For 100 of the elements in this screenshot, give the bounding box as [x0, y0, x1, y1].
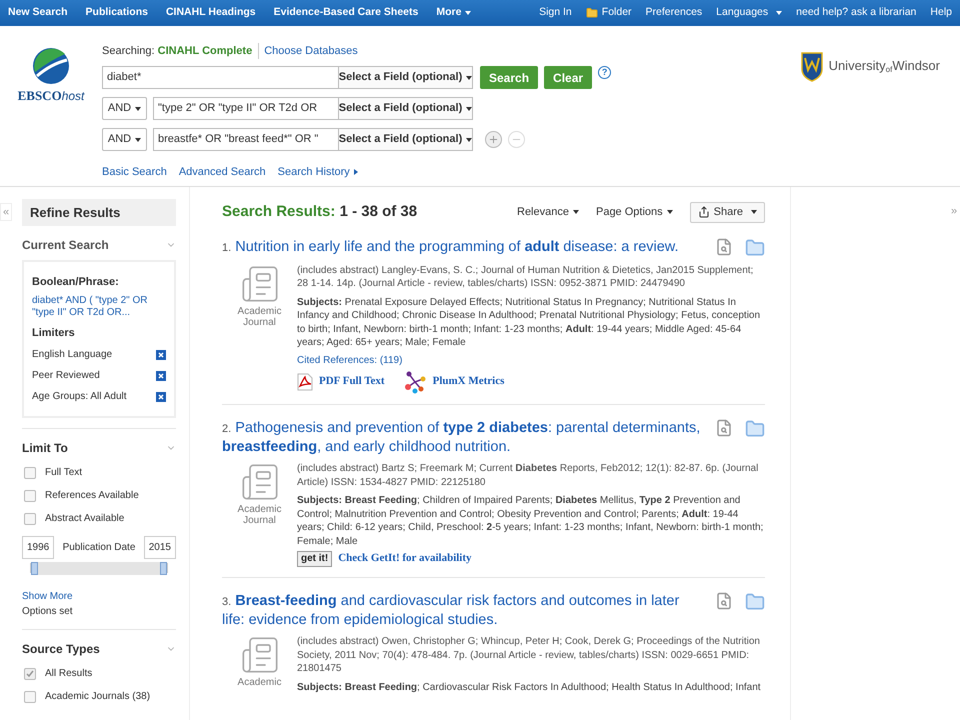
date-from-field[interactable]: 1996 — [22, 536, 54, 559]
result-title[interactable]: 2. Pathogenesis and prevention of type 2 diabetes: parental determinants, breastfeeding, and early childhood nutrition. — [222, 419, 705, 456]
folder-icon — [586, 7, 598, 19]
citation-text: (includes abstract) Langley-Evans, S. C.; Journal of Human Nutrition & Dietetics, Jan2015 Supplement; 28 1-14. 14p. (Journal Article - review, tables/charts) ISSN: 0952-3871 PMID: 24479490 — [297, 264, 754, 290]
option-label: All Results — [45, 667, 92, 681]
remove-row-icon[interactable] — [508, 131, 525, 148]
checkbox[interactable] — [24, 490, 36, 502]
result-title[interactable]: 1. Nutrition in early life and the programming of adult disease: a review. — [222, 238, 678, 258]
section-heading[interactable]: Current Search — [22, 236, 109, 254]
journal-icon — [240, 264, 280, 304]
option-label: References Available — [45, 489, 139, 503]
help-button[interactable]: ? — [598, 66, 612, 79]
nav-link[interactable]: CINAHL Headings — [166, 5, 256, 21]
nav-link[interactable]: More — [436, 5, 472, 21]
preview-icon[interactable] — [715, 592, 733, 610]
preview-icon[interactable] — [715, 238, 733, 256]
remove-limiter-icon[interactable] — [156, 350, 166, 360]
publication-type: Academic Journal — [236, 306, 282, 328]
logo-icon — [31, 46, 71, 86]
nav-link[interactable]: Languages — [716, 5, 782, 21]
checkbox[interactable] — [24, 512, 36, 524]
caret-icon — [466, 76, 472, 80]
refine-results-header: Refine Results — [22, 199, 176, 226]
date-label: Publication Date — [62, 541, 136, 555]
page-options-dropdown[interactable]: Page Options — [596, 204, 673, 220]
caret-icon — [465, 11, 472, 15]
search-link[interactable]: Advanced Search — [178, 164, 266, 180]
nav-link[interactable]: need help? ask a librarian — [796, 5, 916, 21]
search-link[interactable]: Basic Search — [102, 164, 167, 180]
clear-button[interactable]: Clear — [544, 66, 592, 89]
boolean-query-link[interactable]: diabet* AND ( "type 2" OR "type II" OR T2d OR... — [32, 294, 166, 318]
nav-link[interactable]: Sign In — [539, 5, 572, 21]
field-select[interactable]: Select a Field (optional) — [339, 128, 473, 151]
date-to-field[interactable]: 2015 — [144, 536, 176, 559]
limiter-label: Age Groups: All Adult — [32, 390, 127, 404]
limiter-label: Peer Reviewed — [32, 369, 100, 383]
search-link[interactable]: Search History — [278, 164, 358, 180]
citation-text: (includes abstract) Owen, Christopher G; Whincup, Peter H; Cook, Derek G; Proceedings of the Nutrition Society, 2011 Nov; 70(4): 478-484. 7p. (Journal Article - review, tables/charts) ISSN: 0029-6651 PMID: 21801475 — [297, 635, 761, 676]
caret-icon — [751, 210, 757, 214]
add-to-folder-icon[interactable] — [745, 592, 765, 612]
searching-label: Searching: CINAHL Complete — [102, 44, 252, 59]
operator-select[interactable]: AND — [102, 97, 147, 120]
boolean-label: Boolean/Phrase: — [32, 275, 120, 290]
caret-icon — [466, 106, 472, 110]
preview-icon[interactable] — [715, 419, 733, 437]
nav-link[interactable]: Publications — [86, 5, 148, 21]
shield-icon — [800, 52, 823, 82]
citation-text: (includes abstract) Bartz S; Freemark M; Current Diabetes Reports, Feb2012; 12(1): 82-87. 6p. (Journal Article) ISSN: 1534-4827 PMID: 22125180 — [297, 462, 760, 489]
checkbox[interactable] — [24, 466, 36, 478]
pdf-icon — [297, 373, 313, 391]
full-text-link[interactable]: Check GetIt! for availability — [338, 552, 472, 566]
search-field[interactable]: "type 2" OR "type II" OR T2d OR — [153, 97, 339, 120]
field-select[interactable]: Select a Field (optional) — [339, 97, 473, 120]
add-to-folder-icon[interactable] — [745, 238, 765, 258]
operator-select[interactable]: AND — [102, 128, 147, 151]
nav-link[interactable]: Help — [930, 5, 952, 21]
nav-link[interactable]: Folder — [586, 5, 632, 21]
show-more-link[interactable]: Show More — [22, 589, 176, 604]
sort-dropdown[interactable]: Relevance — [517, 204, 579, 220]
section-heading[interactable]: Limit To — [22, 439, 68, 457]
nav-link[interactable]: Evidence-Based Care Sheets — [274, 5, 418, 21]
choose-databases-link[interactable]: Choose Databases — [258, 42, 358, 60]
remove-limiter-icon[interactable] — [156, 370, 166, 380]
publication-type: Academic — [236, 677, 282, 688]
add-row-icon[interactable] — [485, 131, 502, 148]
field-select[interactable]: Select a Field (optional) — [339, 66, 473, 89]
cited-references-link[interactable]: Cited References: (119) — [297, 354, 765, 367]
full-text-link[interactable]: PlumX Metrics — [432, 375, 504, 389]
checkbox[interactable] — [24, 690, 36, 702]
remove-limiter-icon[interactable] — [156, 392, 166, 402]
caret-icon — [572, 210, 579, 214]
caret-icon — [776, 11, 782, 15]
checkbox[interactable] — [24, 668, 36, 680]
getit-logo: get it! — [297, 551, 332, 567]
search-field[interactable]: breastfe* OR "breast feed*" OR " — [153, 128, 339, 151]
full-text-link[interactable]: PDF Full Text — [319, 375, 385, 389]
logo-text: EBSCOhost — [18, 87, 84, 105]
subjects-text: Subjects: Breast Feeding; Children of Impaired Parents; Diabetes Mellitus, Type 2 Prevention and Control; Malnutrition Prevention and Control; Obesity Prevention and Control; Parents; Adult: 19-44 years; Child: 6-12 years; Child, Preschool: 2-5 years; Infant: 1-23 months; Infant, Newborn: birth-1 month; Female; Male — [297, 494, 764, 548]
nav-link[interactable]: Preferences — [646, 5, 702, 21]
subjects-text: Subjects: Breast Feeding; Cardiovascular Risk Factors In Adulthood; Health Status In Adulthood; Infant — [297, 680, 762, 694]
search-field[interactable]: diabet* — [102, 66, 339, 89]
journal-icon — [240, 635, 280, 675]
plumx-icon — [402, 370, 427, 394]
subjects-text: Subjects: Prenatal Exposure Delayed Effects; Nutritional Status In Pregnancy; Nutritional Status In Infancy and Childhood; Chronic Disease In Adulthood; Prenatal Nutritional Physiology; Fetus, conception to birth; Infant, Newborn: birth-1 month; Infant: 1-23 months; Adult: 19-44 years; Middle Aged: 45-64 years; Aged: 65+ years; Male; Female — [297, 296, 762, 350]
limiter-label: English Language — [32, 348, 112, 362]
result-title[interactable]: 3. Breast-feeding and cardiovascular risk factors and outcomes in later life: evidence from epidemiological studies. — [222, 592, 705, 629]
nav-link[interactable]: New Search — [8, 5, 68, 21]
option-label: Abstract Available — [45, 512, 124, 526]
search-button[interactable]: Search — [480, 66, 538, 89]
institution-name: University$_{of}$Windsor — [828, 57, 940, 76]
share-icon — [698, 206, 710, 218]
option-label: Academic Journals (38) — [45, 690, 150, 704]
caret-icon — [466, 138, 472, 142]
add-to-folder-icon[interactable] — [745, 419, 765, 439]
share-button[interactable]: Share — [690, 202, 765, 223]
journal-icon — [240, 462, 280, 502]
caret-icon — [354, 169, 358, 176]
options-set-text: Options set — [22, 605, 74, 619]
section-heading[interactable]: Source Types — [22, 640, 100, 658]
results-heading: Search Results: 1 - 38 of 38 — [222, 202, 418, 222]
